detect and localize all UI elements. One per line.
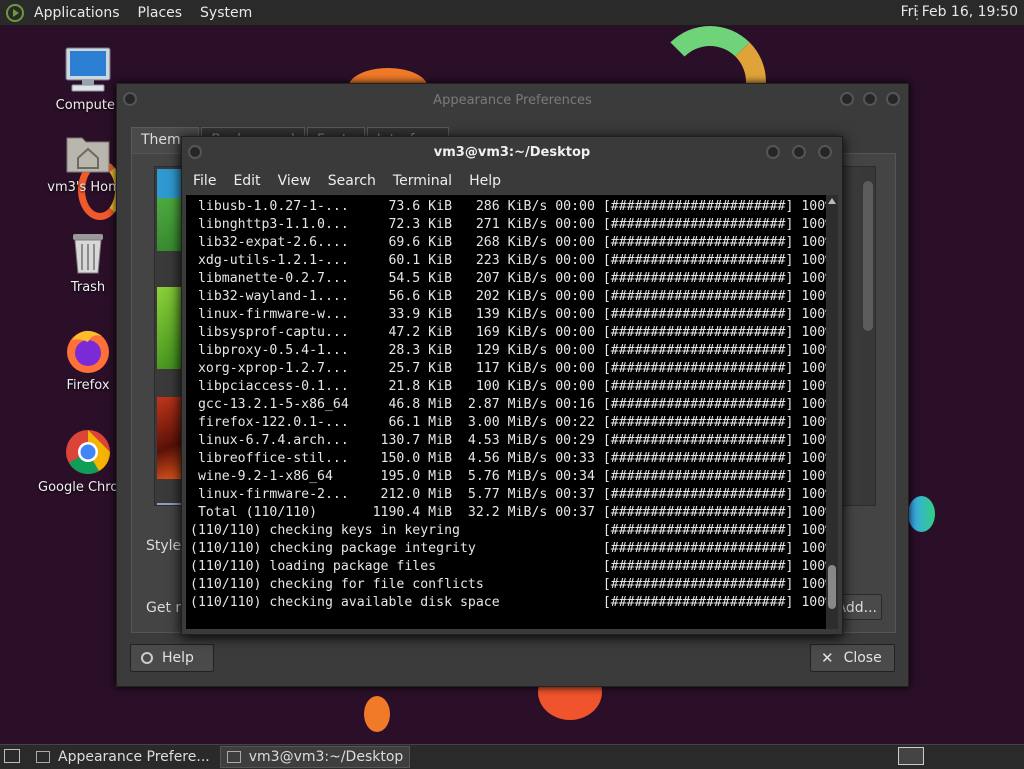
- close-button-label: Close: [843, 650, 882, 666]
- task-label: Appearance Prefere...: [58, 749, 210, 765]
- terminal-window: vm3@vm3:~/Desktop File Edit View Search …: [181, 136, 843, 635]
- terminal-line: (110/110) checking available disk space …: [190, 595, 826, 610]
- scrollbar-thumb[interactable]: [863, 181, 873, 331]
- menu-terminal[interactable]: Terminal: [393, 173, 452, 189]
- menu-edit[interactable]: Edit: [233, 173, 260, 189]
- terminal-line: xdg-utils-1.2.1-... 60.1 KiB 223 KiB/s 0…: [190, 253, 826, 268]
- terminal-line: firefox-122.0.1-... 66.1 MiB 3.00 MiB/s …: [190, 415, 826, 430]
- close-button[interactable]: ✕ Close: [810, 644, 895, 672]
- home-folder-icon: [64, 128, 112, 176]
- computer-icon: [64, 46, 112, 94]
- terminal-line: wine-9.2-1-x86_64 195.0 MiB 5.76 MiB/s 0…: [190, 469, 826, 484]
- task-terminal[interactable]: vm3@vm3:~/Desktop: [219, 746, 411, 768]
- chrome-icon: [64, 428, 112, 476]
- terminal-line: linux-6.7.4.arch... 130.7 MiB 4.53 MiB/s…: [190, 433, 826, 448]
- terminal-line: linux-firmware-2... 212.0 MiB 5.77 MiB/s…: [190, 487, 826, 502]
- taskbar: Appearance Prefere... vm3@vm3:~/Desktop: [0, 744, 1024, 769]
- terminal-line: libmanette-0.2.7... 54.5 KiB 207 KiB/s 0…: [190, 271, 826, 286]
- theme-list-scrollbar[interactable]: [861, 167, 875, 505]
- terminal-line: linux-firmware-w... 33.9 KiB 139 KiB/s 0…: [190, 307, 826, 322]
- applications-menu[interactable]: Applications: [34, 5, 120, 21]
- terminal-line: libpciaccess-0.1... 21.8 KiB 100 KiB/s 0…: [190, 379, 826, 394]
- places-menu[interactable]: Places: [138, 5, 183, 21]
- close-icon: ✕: [821, 649, 834, 667]
- theme-thumbnail[interactable]: [157, 503, 183, 505]
- terminal-line: libnghttp3-1.1.0... 72.3 KiB 271 KiB/s 0…: [190, 217, 826, 232]
- terminal-line: (110/110) checking for file conflicts [#…: [190, 577, 826, 592]
- workspace-switcher[interactable]: [898, 747, 924, 765]
- terminal-menubar: File Edit View Search Terminal Help: [182, 167, 842, 195]
- maximize-icon[interactable]: [863, 92, 877, 106]
- terminal-line: (110/110) checking package integrity [##…: [190, 541, 826, 556]
- show-desktop-icon[interactable]: [4, 749, 20, 763]
- terminal-line: (110/110) loading package files [#######…: [190, 559, 826, 574]
- terminal-title: vm3@vm3:~/Desktop: [433, 144, 591, 160]
- menu-help[interactable]: Help: [469, 173, 501, 189]
- terminal-line: gcc-13.2.1-5-x86_64 46.8 MiB 2.87 MiB/s …: [190, 397, 826, 412]
- theme-thumbnail[interactable]: [157, 287, 183, 369]
- help-button-label: Help: [162, 650, 194, 666]
- help-button[interactable]: Help: [130, 644, 214, 672]
- scrollbar-thumb[interactable]: [828, 565, 836, 609]
- task-appearance[interactable]: Appearance Prefere...: [30, 746, 216, 768]
- clock[interactable]: Fri Feb 16, 19:50: [901, 4, 1018, 20]
- terminal-app-icon: [226, 751, 241, 763]
- wallpaper-blue-ball: [908, 496, 935, 532]
- minimize-icon[interactable]: [840, 92, 854, 106]
- window-title: Appearance Preferences: [433, 92, 592, 108]
- maximize-icon[interactable]: [792, 145, 806, 159]
- window-titlebar[interactable]: Appearance Preferences: [117, 84, 908, 116]
- system-menu[interactable]: System: [200, 5, 252, 21]
- theme-thumbnail[interactable]: [157, 397, 183, 479]
- help-icon: [141, 652, 153, 664]
- distro-logo-icon[interactable]: [6, 3, 24, 22]
- terminal-scrollbar[interactable]: [826, 195, 838, 629]
- close-icon[interactable]: [886, 92, 900, 106]
- window-menu-icon[interactable]: [188, 145, 202, 159]
- top-panel: Applications Places System Fri Feb 16, 1…: [0, 0, 1024, 26]
- theme-thumbnail[interactable]: [157, 169, 183, 251]
- terminal-line: Total (110/110) 1190.4 MiB 32.2 MiB/s 00…: [190, 505, 826, 520]
- terminal-line: libproxy-0.5.4-1... 28.3 KiB 129 KiB/s 0…: [190, 343, 826, 358]
- scroll-up-arrow-icon[interactable]: [828, 198, 836, 204]
- terminal-titlebar[interactable]: vm3@vm3:~/Desktop: [182, 137, 842, 167]
- menu-search[interactable]: Search: [328, 173, 376, 189]
- wallpaper-orange-ball: [364, 696, 390, 732]
- trash-icon: [64, 228, 112, 276]
- terminal-output[interactable]: libusb-1.0.27-1-... 73.6 KiB 286 KiB/s 0…: [186, 195, 826, 629]
- task-label: vm3@vm3:~/Desktop: [248, 749, 404, 765]
- menu-view[interactable]: View: [278, 173, 311, 189]
- terminal-line: lib32-expat-2.6.... 69.6 KiB 268 KiB/s 0…: [190, 235, 826, 250]
- terminal-lines: libusb-1.0.27-1-... 73.6 KiB 286 KiB/s 0…: [190, 198, 826, 612]
- style-label: Style:: [146, 538, 186, 554]
- terminal-line: libreoffice-stil... 150.0 MiB 4.56 MiB/s…: [190, 451, 826, 466]
- close-icon[interactable]: [818, 145, 832, 159]
- terminal-line: libusb-1.0.27-1-... 73.6 KiB 286 KiB/s 0…: [190, 199, 826, 214]
- appearance-app-icon: [36, 751, 50, 763]
- minimize-icon[interactable]: [766, 145, 780, 159]
- window-menu-icon[interactable]: [123, 92, 137, 106]
- menu-file[interactable]: File: [193, 173, 216, 189]
- terminal-line: lib32-wayland-1.... 56.6 KiB 202 KiB/s 0…: [190, 289, 826, 304]
- firefox-icon: [64, 326, 112, 374]
- terminal-line: (110/110) checking keys in keyring [####…: [190, 523, 826, 538]
- terminal-line: libsysprof-captu... 47.2 KiB 169 KiB/s 0…: [190, 325, 826, 340]
- terminal-line: xorg-xprop-1.2.7... 25.7 KiB 117 KiB/s 0…: [190, 361, 826, 376]
